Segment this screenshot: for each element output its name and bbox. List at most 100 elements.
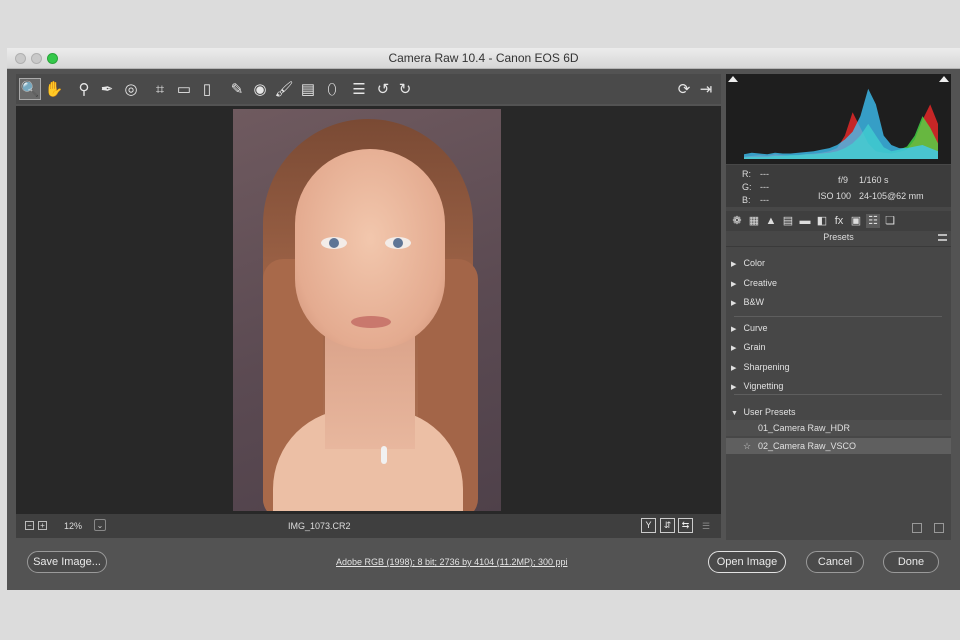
workflow-options-link[interactable]: Adobe RGB (1998); 8 bit; 2736 by 4104 (1… — [336, 557, 567, 567]
cancel-button[interactable]: Cancel — [806, 551, 864, 573]
adjustment-brush-icon[interactable]: 🖌 — [273, 78, 295, 100]
b-label: B: — [742, 195, 751, 205]
panel-tab-3[interactable]: ▲ — [764, 214, 778, 228]
r-value: --- — [760, 169, 769, 179]
presets-title: Presets — [823, 232, 854, 242]
color-sampler-tool-icon[interactable]: ✒ — [96, 78, 118, 100]
panel-tab-5[interactable]: ▬ — [798, 214, 812, 228]
preset-group-vignetting[interactable]: ▶ Vignetting — [731, 381, 783, 391]
preset-group-label: Sharpening — [741, 362, 790, 372]
title-bar: Camera Raw 10.4 - Canon EOS 6D — [7, 48, 960, 69]
preset-group-user-presets[interactable]: ▼ User Presets — [731, 407, 796, 417]
zoom-in-button[interactable]: + — [38, 521, 47, 530]
preset-group-grain[interactable]: ▶ Grain — [731, 342, 766, 352]
disclosure-closed-icon[interactable]: ▶ — [731, 325, 741, 333]
panel-tab-10[interactable]: ❏ — [883, 214, 897, 228]
transform-tool-icon[interactable]: ▯ — [196, 78, 218, 100]
panel-menu-icon[interactable] — [938, 234, 947, 241]
histogram-chart — [744, 88, 938, 159]
panel-tab-8[interactable]: ▣ — [849, 214, 863, 228]
disclosure-closed-icon[interactable]: ▶ — [731, 280, 741, 288]
file-name: IMG_1073.CR2 — [288, 521, 351, 531]
preset-group-creative[interactable]: ▶ Creative — [731, 278, 777, 288]
disclosure-closed-icon[interactable]: ▶ — [731, 364, 741, 372]
disclosure-closed-icon[interactable]: ▶ — [731, 299, 741, 307]
rotate-cw-icon[interactable]: ↻ — [394, 78, 416, 100]
zoom-dropdown[interactable]: ⌄ — [94, 519, 106, 531]
disclosure-closed-icon[interactable]: ▶ — [731, 260, 741, 268]
panel-tab-6[interactable]: ◧ — [815, 214, 829, 228]
new-preset-icon[interactable] — [912, 523, 922, 533]
swap-settings-button[interactable]: ⇵ — [660, 518, 675, 533]
crop-tool-icon[interactable]: ⌗ — [149, 78, 171, 100]
copy-settings-button[interactable]: ⇆ — [678, 518, 693, 533]
r-label: R: — [742, 169, 751, 179]
panel-tab-1[interactable]: ❁ — [730, 214, 744, 228]
highlight-clipping-warning-icon[interactable] — [939, 76, 949, 82]
preset-group-color[interactable]: ▶ Color — [731, 258, 765, 268]
panel-tab-7[interactable]: fx — [832, 214, 846, 228]
zoom-out-button[interactable]: − — [25, 521, 34, 530]
divider — [734, 316, 942, 317]
done-button[interactable]: Done — [883, 551, 939, 573]
radial-filter-icon[interactable]: ⬯ — [321, 78, 343, 100]
straighten-tool-icon[interactable]: ▭ — [173, 78, 195, 100]
divider — [734, 394, 942, 395]
presets-panel-title: Presets — [726, 232, 951, 247]
histogram — [726, 74, 951, 164]
graduated-filter-icon[interactable]: ▤ — [297, 78, 319, 100]
dialog-footer: Save Image... Adobe RGB (1998); 8 bit; 2… — [7, 540, 960, 590]
zoom-tool-icon[interactable]: 🔍 — [19, 78, 41, 100]
b-value: --- — [760, 195, 769, 205]
histogram-channel-3 — [744, 88, 938, 159]
favorite-star-icon[interactable]: ☆ — [743, 438, 751, 454]
shadow-clipping-warning-icon[interactable] — [728, 76, 738, 82]
panel-tab-9[interactable]: ☷ — [866, 214, 880, 228]
iso: ISO 100 — [818, 191, 852, 201]
user-preset-item[interactable]: 01_Camera Raw_HDR — [726, 420, 951, 436]
preview-preferences-icon[interactable]: ☰ — [702, 521, 716, 532]
preset-group-label: Vignetting — [741, 381, 784, 391]
before-after-toggle-button[interactable]: Y — [641, 518, 656, 533]
disclosure-open-icon[interactable]: ▼ — [731, 410, 741, 417]
window-title: Camera Raw 10.4 - Canon EOS 6D — [388, 51, 579, 65]
save-image-button[interactable]: Save Image... — [27, 551, 107, 573]
disclosure-closed-icon[interactable]: ▶ — [731, 383, 741, 391]
panel-tab-4[interactable]: ▤ — [781, 214, 795, 228]
white-balance-tool-icon[interactable]: ⚲ — [73, 78, 95, 100]
preset-group-label: Creative — [741, 278, 778, 288]
panel-tab-2[interactable]: ▦ — [747, 214, 761, 228]
preview-cycle-icon[interactable]: ⟳ — [673, 78, 695, 100]
preset-group-label: User Presets — [741, 407, 796, 417]
open-image-button[interactable]: Open Image — [708, 551, 786, 573]
photo-pendant — [381, 446, 387, 464]
spot-removal-tool-icon[interactable]: ✎ — [226, 78, 248, 100]
tool-bar: 🔍 ✋ ⚲ ✒ ◎ ⌗ ▭ ▯ ✎ ◉ 🖌 ▤ ⬯ ☰ ↺ ↻ ⟳ ⇥ — [16, 74, 721, 104]
user-preset-label: 02_Camera Raw_VSCO — [758, 441, 857, 451]
photo-eye-right — [385, 237, 411, 249]
preset-group-label: Grain — [741, 342, 766, 352]
delete-preset-icon[interactable] — [934, 523, 944, 533]
preset-group-curve[interactable]: ▶ Curve — [731, 323, 768, 333]
user-preset-item[interactable]: ☆ 02_Camera Raw_VSCO — [726, 438, 951, 454]
disclosure-closed-icon[interactable]: ▶ — [731, 344, 741, 352]
photo-eye-left — [321, 237, 347, 249]
g-label: G: — [742, 182, 752, 192]
rotate-ccw-icon[interactable]: ↺ — [372, 78, 394, 100]
portrait-photo[interactable] — [233, 109, 501, 511]
user-preset-label: 01_Camera Raw_HDR — [758, 423, 851, 433]
red-eye-removal-tool-icon[interactable]: ◉ — [249, 78, 271, 100]
info-readout: R: --- G: --- B: --- f/9 1/160 s ISO 100… — [726, 165, 951, 207]
right-panel: R: --- G: --- B: --- f/9 1/160 s ISO 100… — [726, 74, 951, 540]
aperture: f/9 — [838, 175, 849, 185]
shutter-speed: 1/160 s — [859, 175, 889, 185]
hand-tool-icon[interactable]: ✋ — [43, 78, 65, 100]
preset-group-sharpening[interactable]: ▶ Sharpening — [731, 362, 790, 372]
preferences-list-icon[interactable]: ☰ — [348, 78, 370, 100]
zoom-level: 12% — [64, 521, 83, 531]
preview-status-bar: − + 12% ⌄ IMG_1073.CR2 Y ⇵ ⇆ ☰ — [16, 514, 721, 538]
image-preview-area[interactable] — [16, 106, 721, 514]
fullscreen-toggle-icon[interactable]: ⇥ — [695, 78, 717, 100]
preset-group-b-w[interactable]: ▶ B&W — [731, 297, 764, 307]
targeted-adjustment-tool-icon[interactable]: ◎ — [120, 78, 142, 100]
